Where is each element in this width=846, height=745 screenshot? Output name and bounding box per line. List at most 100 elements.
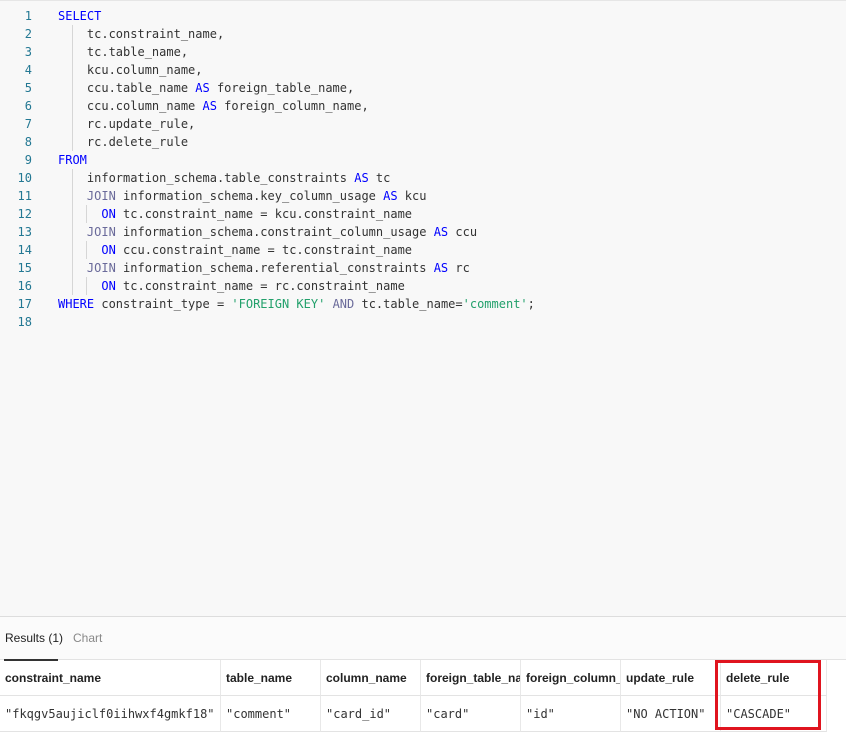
- line-number: 12: [17, 207, 32, 221]
- table-cell[interactable]: "comment": [221, 696, 321, 732]
- indent-guide: [72, 25, 73, 151]
- sql-token: information_schema.table_constraints: [58, 171, 355, 185]
- line-number: 4: [24, 63, 32, 77]
- sql-token: tc.table_name=: [354, 297, 463, 311]
- code-text: tc.constraint_name,: [58, 25, 224, 43]
- code-line[interactable]: 13 JOIN information_schema.constraint_co…: [0, 223, 846, 241]
- table-cell[interactable]: "card_id": [321, 696, 421, 732]
- line-number: 17: [17, 297, 32, 311]
- sql-token: ccu.column_name: [58, 99, 203, 113]
- column-header-foreign-column-name[interactable]: foreign_column_name: [521, 660, 621, 696]
- code-line[interactable]: 15 JOIN information_schema.referential_c…: [0, 259, 846, 277]
- line-number: 3: [24, 45, 32, 59]
- sql-token: information_schema.constraint_column_usa…: [115, 225, 434, 239]
- table-cell[interactable]: "CASCADE": [721, 696, 827, 732]
- indent-guide: [86, 277, 87, 295]
- table-cell[interactable]: "fkqgv5aujiclf0iihwxf4gmkf18": [0, 696, 221, 732]
- sql-token: constraint_type =: [94, 297, 232, 311]
- code-line[interactable]: 17 WHERE constraint_type = 'FOREIGN KEY' …: [0, 295, 846, 313]
- code-text: ON tc.constraint_name = rc.constraint_na…: [58, 277, 405, 295]
- column-header-table-name[interactable]: table_name: [221, 660, 321, 696]
- column-header-foreign-table-name[interactable]: foreign_table_name: [421, 660, 521, 696]
- indent-guide: [72, 169, 73, 295]
- code-text: ccu.table_name AS foreign_table_name,: [58, 79, 354, 97]
- code-line[interactable]: 18: [0, 313, 846, 331]
- sql-token: kcu.column_name,: [58, 63, 203, 77]
- code-line[interactable]: 10 information_schema.table_constraints …: [0, 169, 846, 187]
- code-text: FROM: [58, 151, 87, 169]
- table-cell[interactable]: "NO ACTION": [621, 696, 721, 732]
- sql-token: tc.constraint_name = kcu.constraint_name: [115, 207, 413, 221]
- tab-results[interactable]: Results (1): [5, 631, 63, 645]
- line-number: 9: [24, 153, 32, 167]
- sql-token: ccu.table_name: [58, 81, 196, 95]
- sql-keyword: AS: [202, 99, 217, 113]
- code-text: kcu.column_name,: [58, 61, 203, 79]
- sql-token: information_schema.key_column_usage: [115, 189, 384, 203]
- table-cell[interactable]: "id": [521, 696, 621, 732]
- code-line[interactable]: 8 rc.delete_rule: [0, 133, 846, 151]
- results-grid: constraint_name table_name column_name fore…: [0, 660, 846, 732]
- sql-keyword: JOIN: [86, 261, 116, 275]
- line-number: 13: [17, 225, 32, 239]
- indent-guide: [86, 205, 87, 223]
- code-text: JOIN information_schema.referential_cons…: [58, 259, 470, 277]
- code-line[interactable]: 2 tc.constraint_name,: [0, 25, 846, 43]
- sql-string: 'comment': [462, 297, 528, 311]
- sql-token: tc.constraint_name,: [58, 27, 225, 41]
- sql-keyword: FROM: [58, 153, 87, 167]
- sql-keyword: JOIN: [86, 189, 116, 203]
- line-number: 10: [17, 171, 32, 185]
- sql-string: 'FOREIGN KEY': [231, 297, 326, 311]
- code-line[interactable]: 7 rc.update_rule,: [0, 115, 846, 133]
- code-line[interactable]: 12 ON tc.constraint_name = kcu.constrain…: [0, 205, 846, 223]
- code-text: rc.delete_rule: [58, 133, 188, 151]
- code-line[interactable]: 5 ccu.table_name AS foreign_table_name,: [0, 79, 846, 97]
- sql-token: foreign_table_name,: [209, 81, 355, 95]
- line-number: 7: [24, 117, 32, 131]
- sql-token: foreign_column_name,: [216, 99, 369, 113]
- code-line[interactable]: 14 ON ccu.constraint_name = tc.constrain…: [0, 241, 846, 259]
- code-text: WHERE constraint_type = 'FOREIGN KEY' AN…: [58, 295, 535, 313]
- line-number: 14: [17, 243, 32, 257]
- line-number: 11: [17, 189, 32, 203]
- sql-token: ccu: [448, 225, 478, 239]
- code-text: tc.table_name,: [58, 43, 188, 61]
- sql-keyword: AS: [433, 225, 449, 239]
- code-text: SELECT: [58, 7, 101, 25]
- code-text: ON ccu.constraint_name = tc.constraint_n…: [58, 241, 412, 259]
- table-cell[interactable]: "card": [421, 696, 521, 732]
- result-tabs: Results (1) Chart: [0, 616, 846, 661]
- tab-chart[interactable]: Chart: [73, 631, 102, 645]
- column-header-column-name[interactable]: column_name: [321, 660, 421, 696]
- sql-token: rc: [448, 261, 470, 275]
- column-header-update-rule[interactable]: update_rule: [621, 660, 721, 696]
- line-number: 18: [17, 315, 32, 329]
- sql-token: rc.delete_rule: [58, 135, 189, 149]
- sql-keyword: ON: [101, 279, 116, 293]
- code-line[interactable]: 9 FROM: [0, 151, 846, 169]
- sql-editor[interactable]: 1 SELECT 2 tc.constraint_name, 3 tc.table_n…: [0, 0, 846, 616]
- column-header-delete-rule[interactable]: delete_rule: [721, 660, 827, 696]
- code-text: ON tc.constraint_name = kcu.constraint_n…: [58, 205, 412, 223]
- sql-token: rc.update_rule,: [58, 117, 196, 131]
- code-line[interactable]: 6 ccu.column_name AS foreign_column_name…: [0, 97, 846, 115]
- sql-keyword: AS: [354, 171, 369, 185]
- code-text: rc.update_rule,: [58, 115, 195, 133]
- code-line[interactable]: 4 kcu.column_name,: [0, 61, 846, 79]
- sql-token: ;: [527, 297, 535, 311]
- column-header-constraint-name[interactable]: constraint_name: [0, 660, 221, 696]
- code-line[interactable]: 3 tc.table_name,: [0, 43, 846, 61]
- sql-keyword: ON: [101, 207, 116, 221]
- sql-keyword: ON: [101, 243, 116, 257]
- code-line[interactable]: 16 ON tc.constraint_name = rc.constraint…: [0, 277, 846, 295]
- line-number: 6: [24, 99, 32, 113]
- sql-token: tc.table_name,: [58, 45, 189, 59]
- sql-keyword: SELECT: [58, 9, 102, 23]
- code-line[interactable]: 1 SELECT: [0, 7, 846, 25]
- line-number: 8: [24, 135, 32, 149]
- code-line[interactable]: 11 JOIN information_schema.key_column_us…: [0, 187, 846, 205]
- sql-token: tc.constraint_name = rc.constraint_name: [115, 279, 405, 293]
